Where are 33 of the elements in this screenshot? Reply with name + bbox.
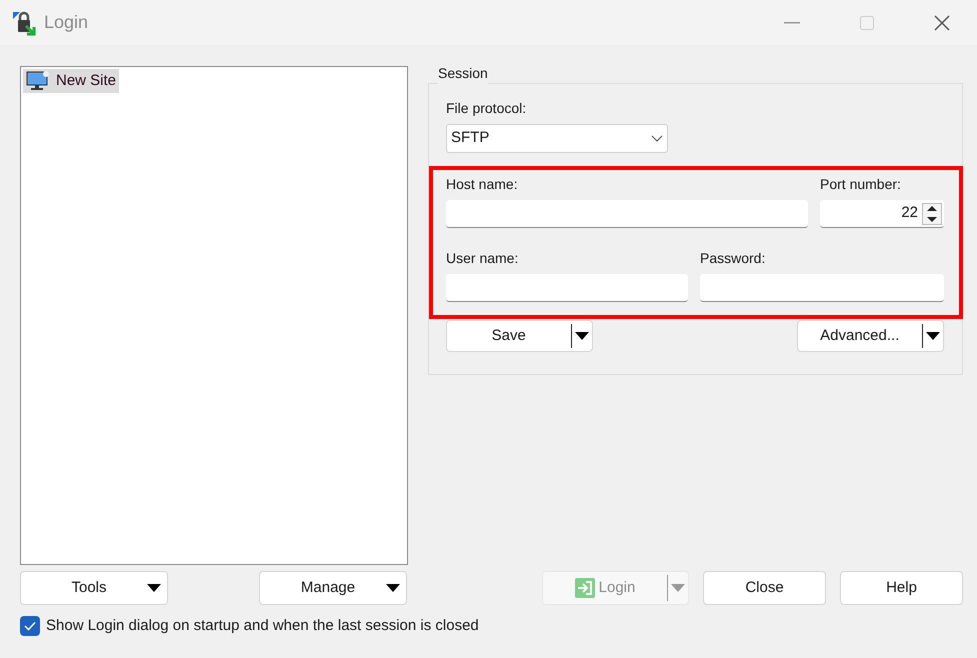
dropdown-arrow-icon [926,332,940,340]
field-label: File protocol: [446,99,528,116]
password-field[interactable] [700,274,944,302]
login-icon [574,578,595,598]
split-button[interactable]: Save [446,320,593,352]
minimize-icon[interactable] [784,22,800,24]
menu-button[interactable]: Manage [259,571,407,605]
dropdown-arrow-icon [671,584,685,592]
field-label: Port number: [820,175,902,192]
dropdown-arrow-icon [575,332,589,340]
field-label: Host name: [446,175,519,192]
dropdown-arrow-icon [147,584,161,592]
field-label: User name: [446,249,520,266]
close-icon[interactable] [934,14,950,30]
port-spin-field[interactable]: 22 [820,200,944,228]
checkbox[interactable] [20,616,40,636]
split-button[interactable]: Advanced... [797,320,944,352]
chevron-down-icon [651,135,663,142]
dialog-button[interactable]: Close [703,571,826,605]
window-title: Login [44,11,88,34]
tree-item[interactable]: New Site [23,69,120,93]
input-field[interactable] [446,274,688,302]
monitor-icon [26,70,50,92]
spin-arrows-icon[interactable] [922,202,942,224]
menu-button[interactable]: Tools [20,571,168,605]
checkbox-label: Show Login dialog on startup and when the last session is closed [46,616,479,636]
checkmark-icon [24,621,36,632]
protocol-dropdown[interactable]: SFTP [446,124,668,153]
lock-icon [12,10,38,36]
dialog-button[interactable]: Help [840,571,963,605]
field-label: Password: [700,249,766,266]
input-field[interactable] [446,200,808,228]
dropdown-arrow-icon [386,584,400,592]
